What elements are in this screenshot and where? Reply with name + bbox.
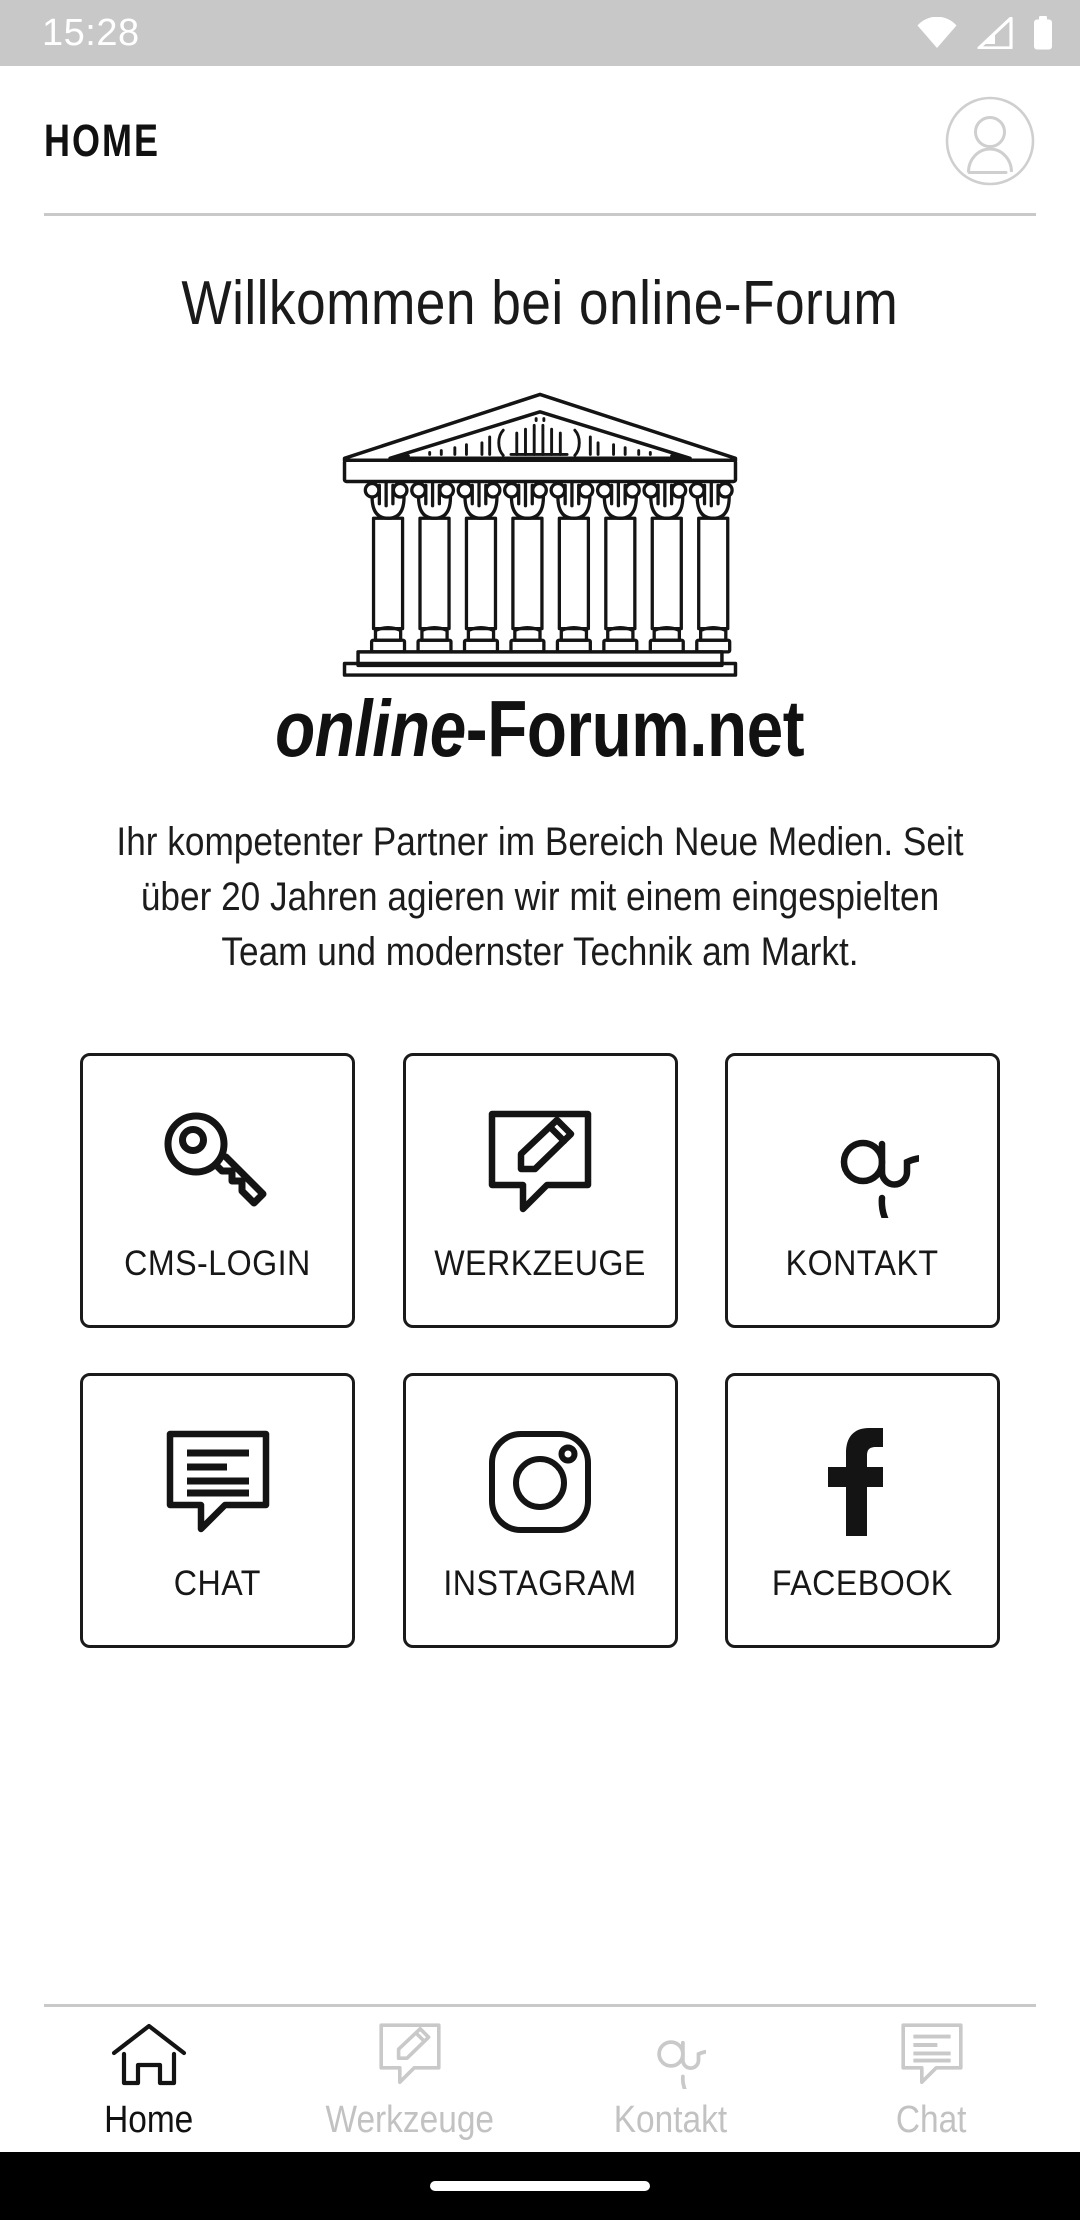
welcome-heading: Willkommen bei online-Forum bbox=[181, 269, 899, 338]
wifi-icon bbox=[916, 17, 958, 49]
page-title: HOME bbox=[44, 115, 160, 166]
speech-bubble-pencil-icon bbox=[485, 1102, 595, 1222]
nav-item-chat[interactable]: Chat bbox=[801, 2015, 1062, 2142]
tile-label: CMS-LOGIN bbox=[124, 1244, 311, 1284]
shortcut-grid: CMS-LOGIN WERKZEUGE KONTAKT CHAT INSTAGR… bbox=[80, 1052, 1000, 1648]
app-header: HOME bbox=[0, 66, 1080, 216]
nav-item-werkzeuge[interactable]: Werkzeuge bbox=[279, 2015, 540, 2142]
tile-label: WERKZEUGE bbox=[434, 1244, 646, 1284]
tile-instagram[interactable]: INSTAGRAM bbox=[402, 1372, 678, 1648]
tile-label: KONTAKT bbox=[786, 1244, 939, 1284]
header-divider bbox=[44, 213, 1036, 216]
nav-item-kontakt[interactable]: Kontakt bbox=[540, 2015, 801, 2142]
tile-kontakt[interactable]: KONTAKT bbox=[725, 1052, 1000, 1328]
tile-facebook[interactable]: FACEBOOK bbox=[725, 1372, 1000, 1648]
status-bar-icons bbox=[916, 16, 1054, 50]
bottom-nav-divider bbox=[44, 2004, 1036, 2007]
brand-wordmark-regular: -Forum.net bbox=[466, 684, 805, 773]
nav-item-home[interactable]: Home bbox=[18, 2015, 279, 2142]
avatar[interactable] bbox=[944, 95, 1036, 187]
tile-werkzeuge[interactable]: WERKZEUGE bbox=[402, 1052, 678, 1328]
bottom-navigation: Home Werkzeuge Kontakt Chat bbox=[0, 2004, 1080, 2152]
cellular-signal-icon bbox=[976, 17, 1014, 49]
at-sign-icon bbox=[636, 2015, 706, 2089]
gesture-pill[interactable] bbox=[430, 2181, 650, 2191]
tile-chat[interactable]: CHAT bbox=[80, 1372, 355, 1648]
nav-label: Kontakt bbox=[613, 2098, 728, 2141]
brand-logo bbox=[330, 377, 750, 677]
facebook-icon bbox=[821, 1422, 905, 1542]
main-content: Willkommen bei online-Forum online-Forum… bbox=[0, 216, 1080, 2004]
status-bar-clock: 15:28 bbox=[42, 11, 140, 54]
tile-label: INSTAGRAM bbox=[443, 1564, 637, 1604]
speech-bubble-lines-icon bbox=[899, 2015, 965, 2089]
instagram-icon bbox=[485, 1422, 595, 1542]
tile-cms-login[interactable]: CMS-LOGIN bbox=[80, 1052, 355, 1328]
key-icon bbox=[158, 1102, 278, 1222]
brand-wordmark: online-Forum.net bbox=[275, 683, 805, 775]
at-sign-icon bbox=[807, 1102, 919, 1222]
gesture-navigation-bar bbox=[0, 2152, 1080, 2220]
nav-label: Home bbox=[103, 2098, 194, 2141]
brand-wordmark-italic: online bbox=[275, 684, 467, 773]
battery-icon bbox=[1032, 16, 1054, 50]
speech-bubble-pencil-icon bbox=[377, 2015, 443, 2089]
tile-label: CHAT bbox=[173, 1564, 262, 1604]
nav-label: Chat bbox=[896, 2098, 967, 2141]
greek-temple-icon bbox=[342, 392, 738, 677]
speech-bubble-lines-icon bbox=[163, 1422, 273, 1542]
tagline: Ihr kompetenter Partner im Bereich Neue … bbox=[116, 820, 964, 975]
tile-label: FACEBOOK bbox=[772, 1564, 953, 1604]
status-bar: 15:28 bbox=[0, 0, 1080, 66]
home-icon bbox=[111, 2015, 187, 2089]
nav-label: Werkzeuge bbox=[325, 2098, 494, 2141]
user-avatar-icon bbox=[945, 96, 1035, 186]
app-screen: 15:28 HOME Willkommen bei online-Forum o… bbox=[0, 0, 1080, 2220]
